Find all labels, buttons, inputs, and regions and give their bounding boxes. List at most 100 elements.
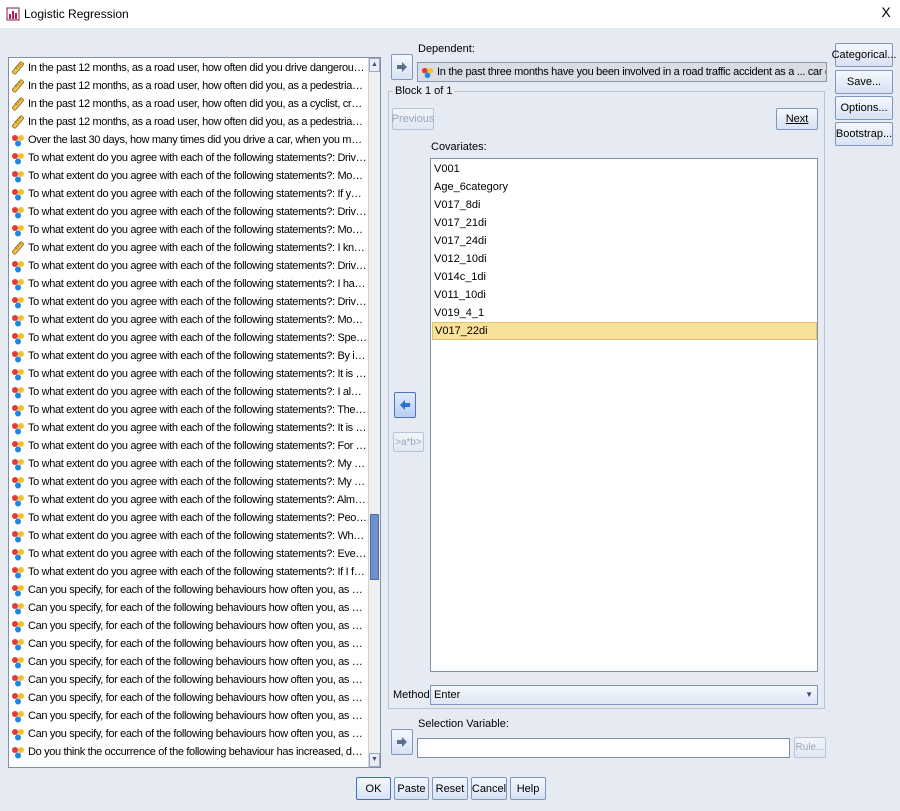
nominal-icon — [11, 223, 25, 237]
variable-list-item[interactable]: To what extent do you agree with each of… — [11, 275, 367, 293]
move-to-selection-button[interactable] — [391, 729, 413, 755]
next-button[interactable]: Next — [776, 108, 818, 130]
variable-label: Do you think the occurrence of the follo… — [28, 746, 367, 758]
move-to-dependent-button[interactable] — [391, 54, 413, 80]
covariates-label: Covariates: — [431, 141, 487, 153]
nominal-icon — [11, 313, 25, 327]
variable-list-item[interactable]: To what extent do you agree with each of… — [11, 473, 367, 491]
interaction-button[interactable]: >a*b> — [393, 432, 424, 452]
covariate-list-item[interactable]: V011_10di — [432, 286, 817, 304]
scroll-down-icon[interactable]: ▼ — [369, 753, 380, 767]
variable-source-list[interactable]: ▲ ▼ In the past 12 months, as a road use… — [8, 57, 381, 768]
covariates-list[interactable]: V001 Age_6category V017_8di V017_21di V017_2… — [430, 158, 818, 672]
variable-label: To what extent do you agree with each of… — [28, 278, 367, 290]
variable-list-item[interactable]: To what extent do you agree with each of… — [11, 347, 367, 365]
previous-button[interactable]: Previous — [392, 108, 434, 130]
variable-list-item[interactable]: To what extent do you agree with each of… — [11, 509, 367, 527]
variable-label: To what extent do you agree with each of… — [28, 458, 367, 470]
move-from-covariates-button[interactable] — [394, 392, 416, 418]
close-icon[interactable]: X — [878, 4, 894, 22]
covariate-list-item[interactable]: V017_24di — [432, 232, 817, 250]
reset-button[interactable]: Reset — [432, 777, 468, 800]
variable-list-item[interactable]: In the past 12 months, as a road user, h… — [11, 77, 367, 95]
variable-list-item[interactable]: To what extent do you agree with each of… — [11, 257, 367, 275]
covariate-list-item[interactable]: V017_8di — [432, 196, 817, 214]
nominal-icon — [11, 691, 25, 705]
variable-list-item[interactable]: To what extent do you agree with each of… — [11, 185, 367, 203]
nominal-icon — [11, 187, 25, 201]
variable-list-item[interactable]: To what extent do you agree with each of… — [11, 293, 367, 311]
variable-list-item[interactable]: To what extent do you agree with each of… — [11, 329, 367, 347]
variable-label: To what extent do you agree with each of… — [28, 404, 367, 416]
method-label: Method: — [393, 689, 433, 701]
variable-list-item[interactable]: Can you specify, for each of the followi… — [11, 671, 367, 689]
scroll-up-icon[interactable]: ▲ — [369, 58, 380, 72]
variable-label: To what extent do you agree with each of… — [28, 224, 367, 236]
variable-list-item[interactable]: To what extent do you agree with each of… — [11, 455, 367, 473]
method-select[interactable]: Enter ▼ — [430, 685, 818, 705]
nominal-icon — [11, 169, 25, 183]
variable-list-item[interactable]: Can you specify, for each of the followi… — [11, 599, 367, 617]
variable-list-item[interactable]: To what extent do you agree with each of… — [11, 491, 367, 509]
covariate-list-item[interactable]: V001 — [432, 160, 817, 178]
covariate-list-item[interactable]: V012_10di — [432, 250, 817, 268]
covariate-list-item[interactable]: V017_22di — [432, 322, 817, 340]
rule-button[interactable]: Rule... — [794, 737, 826, 758]
variable-list-scrollbar[interactable]: ▲ ▼ — [368, 58, 380, 767]
covariate-list-item[interactable]: V014c_1di — [432, 268, 817, 286]
variable-label: To what extent do you agree with each of… — [28, 530, 367, 542]
variable-list-item[interactable]: To what extent do you agree with each of… — [11, 149, 367, 167]
bootstrap-button[interactable]: Bootstrap... — [835, 122, 893, 146]
options-button[interactable]: Options... — [835, 96, 893, 120]
variable-list-item[interactable]: In the past 12 months, as a road user, h… — [11, 113, 367, 131]
variable-label: Can you specify, for each of the followi… — [28, 620, 367, 632]
variable-list-item[interactable]: Can you specify, for each of the followi… — [11, 725, 367, 743]
variable-list-item[interactable]: Can you specify, for each of the followi… — [11, 635, 367, 653]
variable-list-item[interactable]: To what extent do you agree with each of… — [11, 221, 367, 239]
variable-list-item[interactable]: Over the last 30 days, how many times di… — [11, 131, 367, 149]
variable-label: To what extent do you agree with each of… — [28, 566, 367, 578]
variable-list-item[interactable]: To what extent do you agree with each of… — [11, 401, 367, 419]
variable-list-item[interactable]: To what extent do you agree with each of… — [11, 365, 367, 383]
variable-list-item[interactable]: To what extent do you agree with each of… — [11, 563, 367, 581]
variable-list-item[interactable]: In the past 12 months, as a road user, h… — [11, 59, 367, 77]
covariate-list-item[interactable]: V019_4_1 — [432, 304, 817, 322]
variable-list-item[interactable]: Can you specify, for each of the followi… — [11, 689, 367, 707]
dependent-field[interactable]: In the past three months have you been i… — [417, 62, 827, 82]
variable-list-item[interactable]: To what extent do you agree with each of… — [11, 311, 367, 329]
variable-list-item[interactable]: Can you specify, for each of the followi… — [11, 653, 367, 671]
nominal-icon — [11, 475, 25, 489]
nominal-icon — [11, 295, 25, 309]
variable-list-item[interactable]: To what extent do you agree with each of… — [11, 419, 367, 437]
variable-label: To what extent do you agree with each of… — [28, 260, 367, 272]
nominal-icon — [11, 709, 25, 723]
variable-list-item[interactable]: To what extent do you agree with each of… — [11, 203, 367, 221]
selection-variable-field[interactable] — [417, 738, 790, 758]
help-button[interactable]: Help — [510, 777, 546, 800]
variable-list-item[interactable]: To what extent do you agree with each of… — [11, 545, 367, 563]
variable-list-item[interactable]: To what extent do you agree with each of… — [11, 437, 367, 455]
cancel-button[interactable]: Cancel — [471, 777, 507, 800]
ok-button[interactable]: OK — [356, 777, 391, 800]
scrollbar-thumb[interactable] — [370, 514, 379, 580]
variable-label: To what extent do you agree with each of… — [28, 548, 367, 560]
paste-button[interactable]: Paste — [394, 777, 429, 800]
covariate-list-item[interactable]: Age_6category — [432, 178, 817, 196]
variable-list-item[interactable]: Can you specify, for each of the followi… — [11, 707, 367, 725]
variable-list-item[interactable]: To what extent do you agree with each of… — [11, 239, 367, 257]
scale-icon — [11, 79, 25, 93]
variable-list-item[interactable]: Can you specify, for each of the followi… — [11, 581, 367, 599]
covariate-list-item[interactable]: V017_21di — [432, 214, 817, 232]
variable-list-item[interactable]: In the past 12 months, as a road user, h… — [11, 95, 367, 113]
variable-label: To what extent do you agree with each of… — [28, 440, 367, 452]
variable-list-item[interactable]: To what extent do you agree with each of… — [11, 167, 367, 185]
categorical-button[interactable]: Categorical... — [832, 43, 896, 67]
variable-list-item[interactable]: Do you think the occurrence of the follo… — [11, 743, 367, 761]
variable-label: To what extent do you agree with each of… — [28, 296, 367, 308]
variable-list-item[interactable]: To what extent do you agree with each of… — [11, 527, 367, 545]
variable-list-item[interactable]: Can you specify, for each of the followi… — [11, 617, 367, 635]
save-button[interactable]: Save... — [835, 70, 893, 94]
variable-list-item[interactable]: To what extent do you agree with each of… — [11, 383, 367, 401]
nominal-icon — [11, 133, 25, 147]
nominal-icon — [11, 529, 25, 543]
